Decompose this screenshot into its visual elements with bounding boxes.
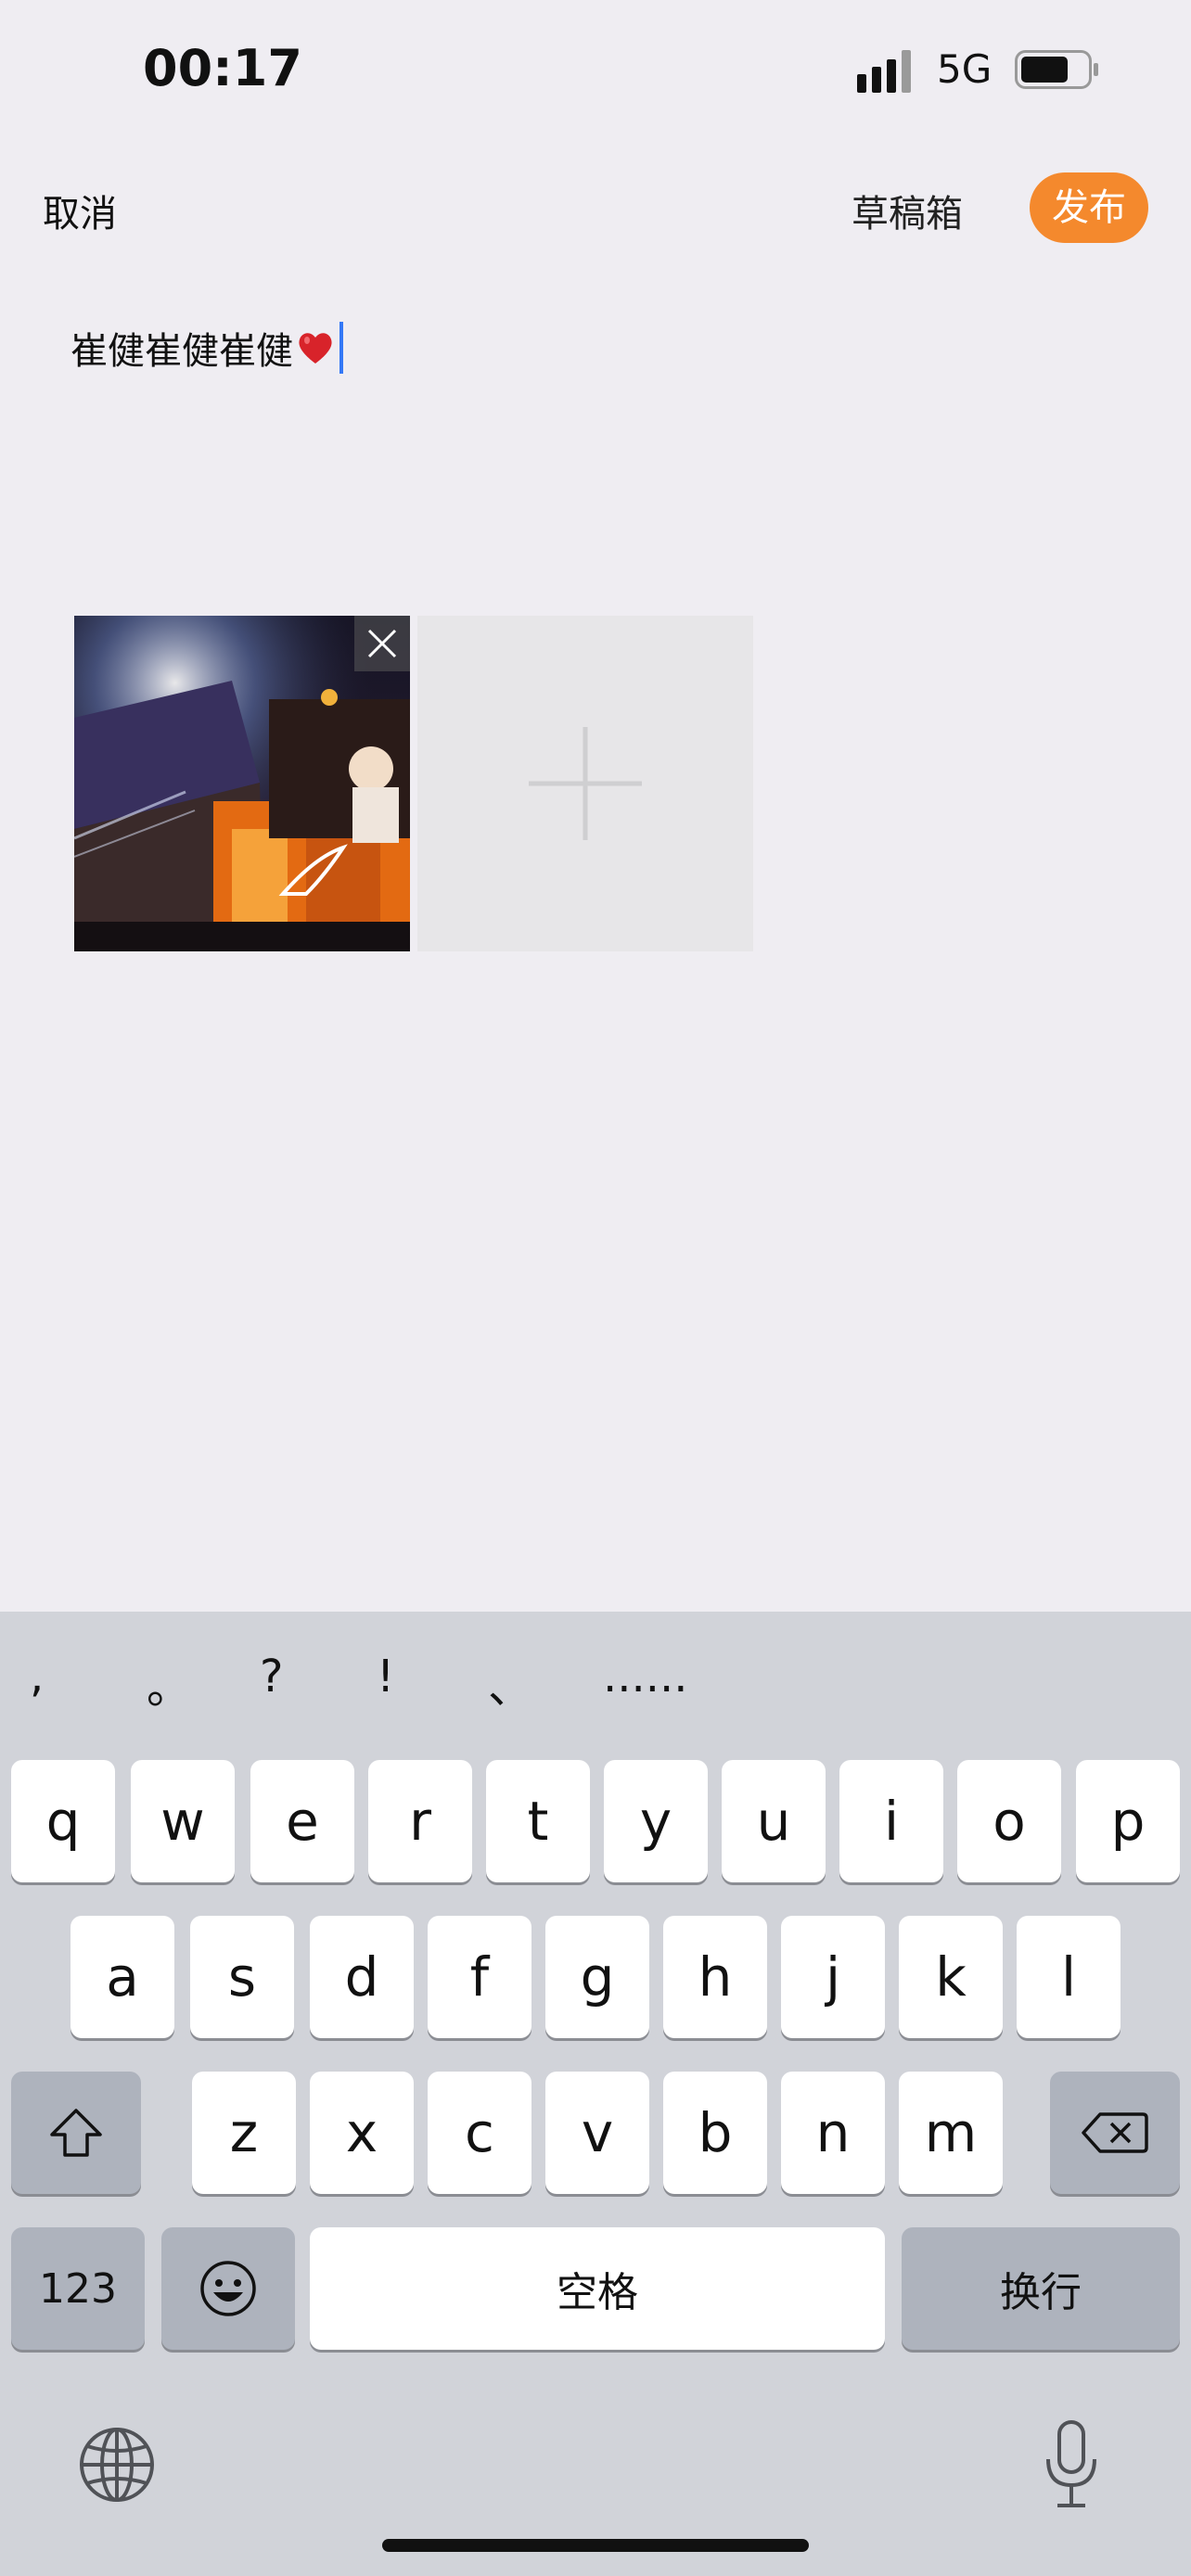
emoji-icon bbox=[200, 2261, 256, 2316]
punct-ellipsis-key[interactable]: ...... bbox=[603, 1651, 688, 1702]
key-w[interactable]: w bbox=[131, 1760, 235, 1882]
network-type: 5G bbox=[937, 46, 992, 92]
punct-exclaim-key[interactable]: ! bbox=[377, 1651, 394, 1702]
key-c[interactable]: c bbox=[428, 2072, 531, 2194]
key-z[interactable]: z bbox=[192, 2072, 296, 2194]
status-time: 00:17 bbox=[143, 39, 302, 97]
delete-key[interactable] bbox=[1050, 2072, 1180, 2194]
backspace-icon bbox=[1082, 2112, 1148, 2153]
space-key[interactable]: 空格 bbox=[310, 2227, 885, 2350]
globe-icon[interactable] bbox=[78, 2426, 156, 2504]
emoji-key[interactable] bbox=[161, 2227, 295, 2350]
home-indicator bbox=[382, 2539, 809, 2552]
shift-arrow-icon bbox=[50, 2109, 102, 2157]
key-t[interactable]: t bbox=[486, 1760, 590, 1882]
drafts-button[interactable]: 草稿箱 bbox=[852, 184, 963, 237]
key-m[interactable]: m bbox=[899, 2072, 1003, 2194]
remove-photo-button[interactable] bbox=[354, 616, 410, 671]
key-a[interactable]: a bbox=[70, 1916, 174, 2038]
key-j[interactable]: j bbox=[781, 1916, 885, 2038]
key-o[interactable]: o bbox=[957, 1760, 1061, 1882]
key-e[interactable]: e bbox=[250, 1760, 354, 1882]
key-k[interactable]: k bbox=[899, 1916, 1003, 2038]
close-icon bbox=[367, 629, 397, 658]
plus-icon bbox=[529, 727, 642, 840]
add-photo-button[interactable] bbox=[417, 616, 753, 951]
return-key[interactable]: 换行 bbox=[902, 2227, 1180, 2350]
cancel-button[interactable]: 取消 bbox=[43, 184, 117, 237]
key-i[interactable]: i bbox=[839, 1760, 943, 1882]
key-n[interactable]: n bbox=[781, 2072, 885, 2194]
text-cursor bbox=[339, 322, 343, 374]
key-y[interactable]: y bbox=[604, 1760, 708, 1882]
post-text-input[interactable]: 崔健崔健崔健 bbox=[70, 321, 343, 375]
key-q[interactable]: q bbox=[11, 1760, 115, 1882]
key-f[interactable]: f bbox=[428, 1916, 531, 2038]
key-h[interactable]: h bbox=[663, 1916, 767, 2038]
microphone-icon[interactable] bbox=[1043, 2420, 1100, 2509]
post-text: 崔健崔健崔健 bbox=[70, 330, 293, 373]
key-g[interactable]: g bbox=[545, 1916, 649, 2038]
key-u[interactable]: u bbox=[722, 1760, 826, 1882]
punct-dunhao-key[interactable]: 、 bbox=[488, 1651, 532, 1715]
key-v[interactable]: v bbox=[545, 2072, 649, 2194]
key-d[interactable]: d bbox=[310, 1916, 414, 2038]
cellular-signal-icon bbox=[857, 50, 911, 93]
battery-icon bbox=[1015, 50, 1098, 89]
key-p[interactable]: p bbox=[1076, 1760, 1180, 1882]
key-s[interactable]: s bbox=[190, 1916, 294, 2038]
key-x[interactable]: x bbox=[310, 2072, 414, 2194]
punct-comma-key[interactable]: , bbox=[30, 1651, 44, 1702]
key-r[interactable]: r bbox=[368, 1760, 472, 1882]
publish-button[interactable]: 发布 bbox=[1030, 172, 1148, 243]
shift-key[interactable] bbox=[11, 2072, 141, 2194]
punct-period-key[interactable]: 。 bbox=[147, 1651, 191, 1715]
numbers-key[interactable]: 123 bbox=[11, 2227, 145, 2350]
heart-emoji-icon bbox=[299, 333, 332, 363]
key-l[interactable]: l bbox=[1017, 1916, 1121, 2038]
key-b[interactable]: b bbox=[663, 2072, 767, 2194]
punct-question-key[interactable]: ? bbox=[260, 1651, 283, 1702]
